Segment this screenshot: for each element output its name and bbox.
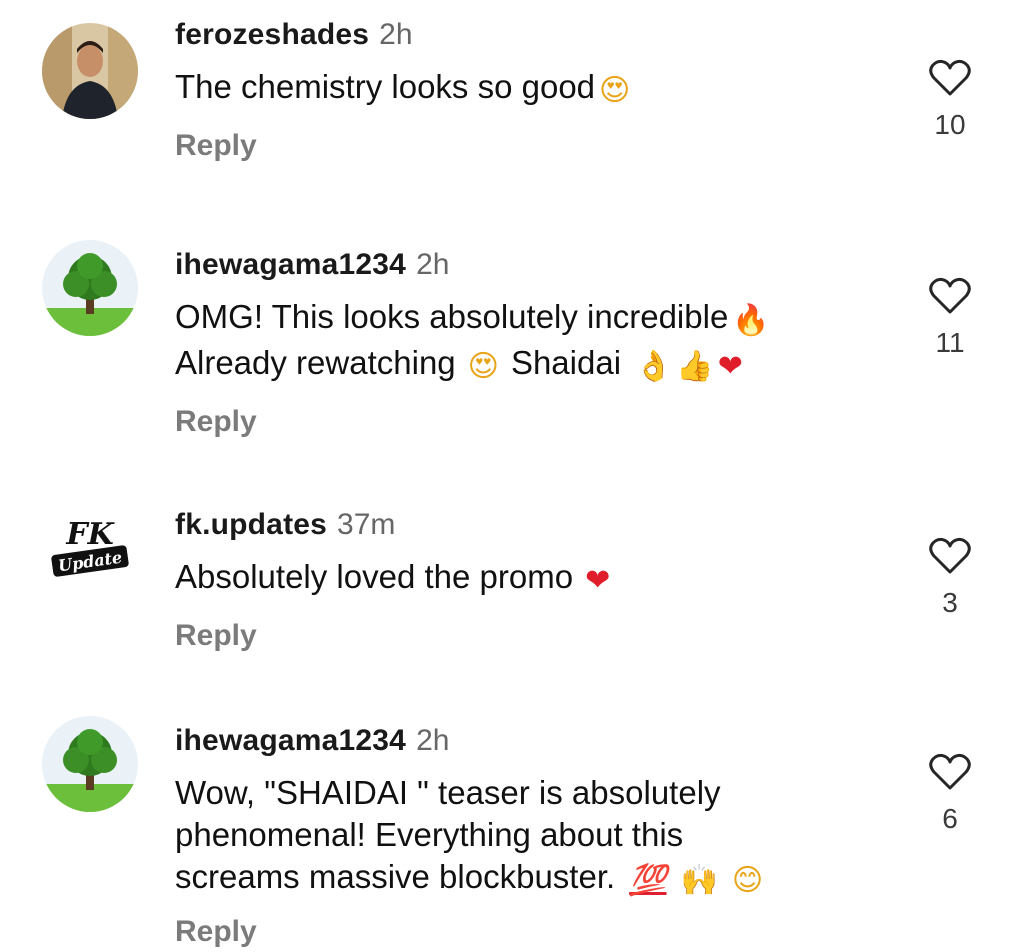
comment-meta: ferozeshades 2h: [175, 14, 895, 56]
comment-line-text: Wow, "SHAIDAI " teaser is absolutely: [175, 774, 721, 811]
profile-photo-icon: [42, 23, 138, 119]
timestamp: 2h: [379, 18, 413, 51]
comment-text: OMG! This looks absolutely incredible 🔥 A…: [175, 296, 895, 388]
comment-line: OMG! This looks absolutely incredible 🔥: [175, 296, 895, 342]
comment-line: Absolutely loved the promo ❤: [175, 556, 895, 602]
reply-button[interactable]: Reply: [175, 126, 895, 166]
comment-meta: ihewagama1234 2h: [175, 244, 895, 286]
avatar[interactable]: FK Update: [42, 500, 138, 596]
comment-body: ihewagama1234 2h Wow, "SHAIDAI " teaser i…: [175, 720, 895, 952]
username[interactable]: ihewagama1234: [175, 248, 406, 281]
comment-meta: ihewagama1234 2h: [175, 720, 895, 762]
tree-icon: [42, 240, 138, 336]
username[interactable]: ferozeshades: [175, 18, 369, 51]
comment-meta: fk.updates 37m: [175, 504, 895, 546]
comment-line-text: screams massive blockbuster.: [175, 858, 616, 895]
like-control: 11: [920, 276, 980, 360]
comment-text: The chemistry looks so good 😍: [175, 66, 895, 112]
avatar[interactable]: [42, 240, 138, 336]
comment-line-text: Already rewatching: [175, 344, 456, 381]
reply-button[interactable]: Reply: [175, 616, 895, 656]
username[interactable]: fk.updates: [175, 508, 327, 541]
like-count: 11: [935, 327, 965, 358]
avatar[interactable]: [42, 23, 138, 119]
comment-text: Absolutely loved the promo ❤: [175, 556, 895, 602]
comment-body: fk.updates 37m Absolutely loved the promo…: [175, 504, 895, 656]
like-control: 3: [920, 536, 980, 620]
timestamp: 2h: [416, 248, 450, 281]
heart-eyes-emoji-icon: 😍: [467, 349, 499, 384]
comment-body: ihewagama1234 2h OMG! This looks absolute…: [175, 244, 895, 442]
like-count: 10: [934, 109, 966, 140]
fk-update-logo-icon: FK Update: [42, 500, 138, 596]
timestamp: 2h: [416, 724, 450, 757]
heart-outline-icon[interactable]: [928, 752, 972, 792]
comment-line-text: OMG! This looks absolutely incredible: [175, 298, 729, 335]
comment-line: The chemistry looks so good 😍: [175, 66, 895, 112]
comment-line: phenomenal! Everything about this: [175, 814, 895, 856]
comment-line-text: phenomenal! Everything about this: [175, 816, 684, 853]
username[interactable]: ihewagama1234: [175, 724, 406, 757]
like-control: 6: [920, 752, 980, 836]
comment-line-text: Shaidai: [510, 344, 622, 381]
heart-outline-icon[interactable]: [928, 58, 972, 98]
heart-outline-icon[interactable]: [928, 536, 972, 576]
comment-line: screams massive blockbuster. 💯 🙌 😊: [175, 856, 895, 902]
hundred-points-emoji-icon: 💯: [629, 863, 667, 898]
comments-list: ferozeshades 2h The chemistry looks so go…: [0, 0, 1024, 948]
thumbs-up-emoji-icon: 👍: [676, 349, 714, 384]
like-count: 6: [942, 803, 958, 834]
tree-icon: [42, 716, 138, 812]
raising-hands-emoji-icon: 🙌: [680, 863, 718, 898]
comment-body: ferozeshades 2h The chemistry looks so go…: [175, 14, 895, 166]
timestamp: 37m: [337, 508, 396, 541]
svg-text:FK: FK: [65, 517, 115, 552]
comment-line: Already rewatching 😍 Shaidai 👌 👍 ❤: [175, 342, 895, 388]
heart-eyes-emoji-icon: 😍: [599, 73, 631, 108]
like-count: 3: [942, 587, 958, 618]
red-heart-emoji-icon: ❤: [585, 563, 611, 598]
smiling-face-emoji-icon: 😊: [731, 863, 764, 898]
heart-outline-icon[interactable]: [928, 276, 972, 316]
reply-button[interactable]: Reply: [175, 912, 895, 952]
ok-hand-emoji-icon: 👌: [635, 349, 673, 384]
avatar[interactable]: [42, 716, 138, 812]
comment-line-text: The chemistry looks so good: [175, 68, 596, 105]
comment-text: Wow, "SHAIDAI " teaser is absolutely phe…: [175, 772, 895, 902]
comment-line: Wow, "SHAIDAI " teaser is absolutely: [175, 772, 895, 814]
like-control: 10: [920, 58, 980, 142]
reply-button[interactable]: Reply: [175, 402, 895, 442]
comment-line-text: Absolutely loved the promo: [175, 558, 574, 595]
fire-emoji-icon: 🔥: [732, 303, 770, 338]
red-heart-emoji-icon: ❤: [717, 349, 743, 384]
